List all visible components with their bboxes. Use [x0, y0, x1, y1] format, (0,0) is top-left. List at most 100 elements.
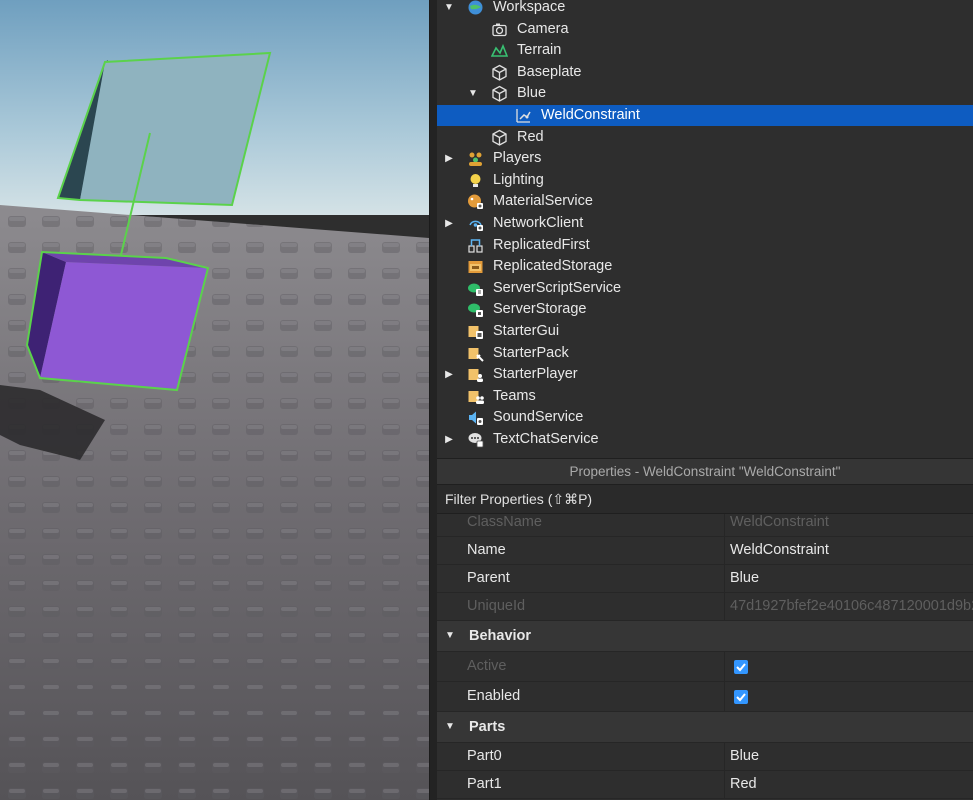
collapse-arrow-icon[interactable]: ▶	[443, 213, 455, 234]
tree-item-materialservice[interactable]: MaterialService	[437, 191, 973, 212]
tree-item-blue[interactable]: ▼ Blue	[437, 83, 973, 104]
tree-item-serverstorage[interactable]: ServerStorage	[437, 299, 973, 320]
column-divider	[724, 514, 725, 536]
tree-item-starterpack[interactable]: StarterPack	[437, 343, 973, 364]
property-value[interactable]: WeldConstraint	[730, 537, 829, 564]
tree-item-soundservice[interactable]: SoundService	[437, 407, 973, 428]
tree-item-label: Teams	[493, 387, 536, 404]
column-divider	[724, 565, 725, 592]
tree-item-label: StarterPlayer	[493, 366, 578, 383]
tree-item-label: NetworkClient	[493, 215, 584, 231]
property-row-name: Name WeldConstraint	[437, 537, 973, 565]
workspace-icon	[467, 0, 484, 16]
tree-item-lighting[interactable]: Lighting	[437, 170, 973, 191]
tree-item-replicatedstorage[interactable]: ReplicatedStorage	[437, 256, 973, 277]
column-divider	[724, 537, 725, 564]
tree-item-label: Terrain	[517, 42, 562, 59]
column-divider	[724, 743, 725, 770]
expand-arrow-icon[interactable]: ▼	[445, 712, 455, 742]
tree-item-terrain[interactable]: Terrain	[437, 40, 973, 61]
property-row-classname: ClassName WeldConstraint	[437, 514, 973, 537]
tree-item-workspace[interactable]: ▼ Workspace	[437, 0, 973, 18]
property-name: Active	[467, 658, 507, 674]
property-checkbox[interactable]	[734, 659, 748, 674]
tree-item-label: Blue	[517, 85, 547, 102]
section-parts[interactable]: ▼ Parts	[437, 712, 973, 743]
server-script-service-icon	[467, 280, 484, 297]
property-name: Enabled	[467, 688, 521, 704]
property-value: WeldConstraint	[730, 514, 829, 530]
collapse-arrow-icon[interactable]: ▶	[443, 364, 455, 385]
part-icon	[491, 85, 508, 103]
section-label: Parts	[469, 719, 506, 735]
tree-item-label: Red	[517, 128, 544, 145]
tree-item-baseplate[interactable]: Baseplate	[437, 62, 973, 83]
lighting-icon	[467, 172, 484, 189]
viewport-scene	[0, 0, 429, 800]
expand-arrow-icon[interactable]: ▼	[467, 83, 479, 104]
property-row-part1: Part1 Red	[437, 771, 973, 799]
column-divider	[724, 593, 725, 620]
tree-item-startergui[interactable]: StarterGui	[437, 321, 973, 342]
network-client-icon	[467, 215, 484, 232]
replicated-storage-icon	[467, 258, 484, 275]
tree-item-label: Camera	[517, 20, 569, 37]
tree-item-camera[interactable]: Camera	[437, 19, 973, 40]
properties-header: Properties - WeldConstraint "WeldConstra…	[437, 458, 973, 485]
collapse-arrow-icon[interactable]: ▶	[443, 148, 455, 169]
terrain-icon	[491, 42, 508, 59]
tree-item-label: WeldConstraint	[541, 107, 640, 123]
tree-item-label: ReplicatedFirst	[493, 236, 590, 253]
tree-item-teams[interactable]: Teams	[437, 386, 973, 407]
properties-table: ClassName WeldConstraint Name WeldConstrain…	[437, 514, 973, 800]
property-value: 47d1927bfef2e40106c487120001d9b2	[730, 598, 973, 614]
collapse-arrow-icon[interactable]: ▶	[443, 429, 455, 450]
tree-item-label: MaterialService	[493, 193, 593, 210]
tree-item-label: ServerStorage	[493, 301, 587, 318]
property-name: Parent	[467, 570, 510, 586]
red-part[interactable]	[25, 250, 210, 392]
expand-arrow-icon[interactable]: ▼	[443, 0, 455, 18]
section-behavior[interactable]: ▼ Behavior	[437, 621, 973, 652]
property-value[interactable]: Blue	[730, 565, 759, 592]
property-name: Part0	[467, 748, 502, 764]
tree-item-red[interactable]: Red	[437, 127, 973, 148]
property-row-active: Active	[437, 652, 973, 682]
tree-item-networkclient[interactable]: ▶ NetworkClient	[437, 213, 973, 234]
property-row-part0: Part0 Blue	[437, 743, 973, 771]
3d-viewport[interactable]	[0, 0, 429, 800]
part-icon	[491, 64, 508, 81]
property-value[interactable]: Blue	[730, 743, 759, 770]
tree-item-serverscriptservice[interactable]: ServerScriptService	[437, 278, 973, 299]
column-divider	[724, 771, 725, 798]
property-name: Part1	[467, 776, 502, 792]
tree-item-label: ServerScriptService	[493, 279, 622, 296]
filter-properties-input[interactable]: Filter Properties (⇧⌘P)	[437, 485, 973, 514]
property-checkbox[interactable]	[734, 689, 748, 704]
starter-gui-icon	[467, 323, 484, 340]
tree-item-label: TextChatService	[493, 431, 599, 447]
tree-item-players[interactable]: ▶ Players	[437, 148, 973, 169]
tree-item-weldconstraint[interactable]: WeldConstraint	[437, 105, 973, 126]
camera-icon	[491, 21, 508, 38]
part-icon	[491, 129, 508, 146]
property-row-uniqueid: UniqueId 47d1927bfef2e40106c487120001d9b2	[437, 593, 973, 621]
teams-icon	[467, 388, 484, 405]
property-name: UniqueId	[467, 598, 526, 614]
starter-player-icon	[467, 366, 484, 383]
tree-item-label: Lighting	[493, 171, 544, 188]
property-value[interactable]: Red	[730, 771, 757, 798]
replicated-first-icon	[467, 237, 484, 254]
players-icon	[467, 150, 484, 167]
properties-title: Properties - WeldConstraint "WeldConstra…	[569, 464, 841, 479]
expand-arrow-icon[interactable]: ▼	[445, 621, 455, 651]
text-chat-service-icon	[467, 431, 484, 448]
tree-item-starterplayer[interactable]: ▶ StarterPlayer	[437, 364, 973, 385]
tree-item-replicatedfirst[interactable]: ReplicatedFirst	[437, 235, 973, 256]
column-divider	[724, 682, 725, 711]
property-row-parent: Parent Blue	[437, 565, 973, 593]
tree-item-label: Workspace	[493, 0, 566, 15]
tree-item-textchatservice[interactable]: ▶ TextChatService	[437, 429, 973, 450]
section-label: Behavior	[469, 628, 532, 644]
sound-service-icon	[467, 409, 484, 426]
